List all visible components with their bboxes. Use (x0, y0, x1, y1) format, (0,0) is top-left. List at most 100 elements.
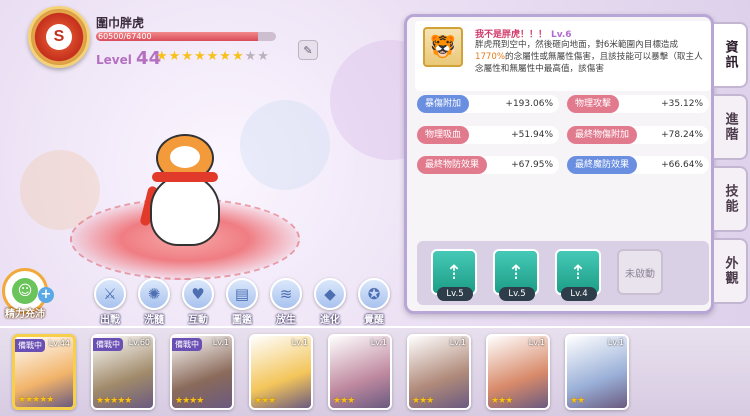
gem-level: Lv.5 (437, 287, 473, 301)
heart-icon: ♥ (182, 278, 214, 310)
star-icon: ★ (156, 49, 168, 64)
stat-row: 最終物防效果 +67.95% (417, 156, 559, 175)
pet-card[interactable]: Lv.1 ★★★ (249, 334, 313, 410)
gem-level: Lv.5 (499, 287, 535, 301)
hero-character-model[interactable] (139, 132, 230, 250)
tab-2[interactable]: 技能 (714, 166, 748, 232)
crystal-icon: ◆ (314, 278, 346, 310)
info-panel: 🐯 我不是胖虎！！！ Lv.6 胖虎飛到空中，然後砸向地面，對6米範圍內目標造成1… (404, 14, 714, 314)
awaken-icon: ✪ (358, 278, 390, 310)
action-orb-button[interactable]: ✺ 洗髓 (138, 278, 170, 326)
energy-label: 精力充沛 (5, 309, 45, 320)
stat-key: 最終物防效果 (417, 156, 488, 175)
star-icon: ★ (257, 49, 269, 64)
stat-row: 物理攻擊 +35.12% (567, 95, 709, 113)
character-body (150, 174, 220, 246)
stat-value: +66.64% (661, 160, 703, 171)
action-bar: ⚔ 出戰 ✺ 洗髓 ♥ 互動 ▤ 圖鑑 ≋ 放生 ◆ 進化 ✪ 覺醒 (94, 278, 390, 326)
tiger-skill-icon[interactable]: 🐯 (423, 27, 463, 67)
stat-value: +51.94% (511, 129, 553, 140)
edit-name-button[interactable]: ✎ (298, 40, 318, 60)
stat-key: 最終物傷附加 (567, 125, 638, 144)
pet-card[interactable]: Lv.1 ★★★ (328, 334, 392, 410)
character-face (170, 146, 200, 168)
stat-value: +35.12% (661, 99, 703, 109)
pet-level: Lv.1 (607, 338, 624, 347)
action-heart-button[interactable]: ♥ 互動 (182, 278, 214, 326)
action-crystal-button[interactable]: ◆ 進化 (314, 278, 346, 326)
pet-status-tag: 備戰中 (93, 338, 123, 351)
hero-stars: ★ ★ ★ ★ ★ ★ ★ ★ ★ (156, 50, 269, 63)
pet-level: Lv.1 (291, 338, 308, 347)
pet-stars: ★★★★★ (18, 395, 54, 405)
action-label: 圖鑑 (232, 315, 252, 326)
stat-key: 物理攻擊 (567, 95, 620, 113)
exp-text: 60500/67400 (98, 32, 152, 41)
action-label: 洗髓 (144, 315, 164, 326)
pet-roster: Lv.44 備戰中 ★★★★★ Lv.60 備戰中 ★★★★★ Lv.1 備戰中 ★★★★ Lv.… (0, 326, 750, 416)
pet-stars: ★★★ (491, 396, 513, 406)
skill-description: 胖虎飛到空中，然後砸向地面，對6米範圍內目標造成 1770%的念屬性或無屬性傷害，… (475, 39, 707, 87)
stat-row: 最終物傷附加 +78.24% (567, 125, 709, 144)
rank-letter: S (46, 24, 72, 50)
stat-key: 物理吸血 (417, 125, 470, 144)
stat-value: +78.24% (661, 129, 703, 140)
pet-card[interactable]: Lv.1 ★★ (565, 334, 629, 410)
action-fish-button[interactable]: ≋ 放生 (270, 278, 302, 326)
action-book-button[interactable]: ▤ 圖鑑 (226, 278, 258, 326)
pet-stars: ★★★★★ (96, 396, 132, 406)
skill-desc-part2: 的念屬性或無屬性傷害，且該技能可以暴擊（取主人念屬性和無屬性中最高值，該傷害 (475, 52, 703, 74)
orb-icon: ✺ (138, 278, 170, 310)
skill-box: 🐯 我不是胖虎！！！ Lv.6 胖虎飛到空中，然後砸向地面，對6米範圍內目標造成1… (415, 21, 711, 91)
action-awaken-button[interactable]: ✪ 覺醒 (358, 278, 390, 326)
pet-level: Lv.60 (128, 338, 150, 347)
stat-row: 物理吸血 +51.94% (417, 125, 559, 144)
stat-value: +67.95% (511, 160, 553, 171)
tab-0[interactable]: 資訊 (714, 22, 748, 88)
pet-level: Lv.1 (528, 338, 545, 347)
skill-desc-part1: 胖虎飛到空中，然後砸向地面，對6米範圍內目標造成 (475, 40, 679, 50)
gem-slot-locked[interactable]: 未啟動 (617, 249, 667, 299)
star-icon: ★ (231, 49, 244, 64)
pet-level: Lv.1 (370, 338, 387, 347)
fish-icon: ≋ (270, 278, 302, 310)
pet-level: Lv.1 (212, 338, 229, 347)
crossed-swords-icon: ⚔ (94, 278, 126, 310)
pet-card[interactable]: Lv.60 備戰中 ★★★★★ (91, 334, 155, 410)
action-label: 互動 (188, 315, 208, 326)
action-label: 放生 (276, 315, 296, 326)
gem-slot[interactable]: ⇡ Lv.5 (431, 249, 481, 301)
star-icon: ★ (168, 49, 181, 64)
pencil-icon: ✎ (303, 43, 313, 57)
smile-icon: ☺ (12, 278, 38, 304)
pet-stars: ★★★ (412, 396, 434, 406)
pet-card[interactable]: Lv.1 備戰中 ★★★★ (170, 334, 234, 410)
pet-card[interactable]: Lv.1 ★★★ (486, 334, 550, 410)
star-icon: ★ (181, 49, 193, 64)
pet-stars: ★★★ (254, 396, 276, 406)
gem-slot[interactable]: ⇡ Lv.4 (555, 249, 605, 301)
hero-level: Level 44 (96, 48, 161, 69)
character-scarf (152, 172, 218, 182)
stat-row: 暴傷附加 +193.06% (417, 95, 559, 113)
pet-status-tag: 備戰中 (172, 338, 202, 351)
level-label: Level (96, 53, 132, 67)
pet-card[interactable]: Lv.44 備戰中 ★★★★★ (12, 334, 76, 410)
pet-stars: ★★★ (333, 396, 355, 406)
pet-level: Lv.1 (449, 338, 466, 347)
pet-level: Lv.44 (48, 339, 70, 348)
pet-card[interactable]: Lv.1 ★★★ (407, 334, 471, 410)
star-icon: ★ (244, 49, 257, 64)
stat-key: 最終魔防效果 (567, 156, 638, 175)
stat-key: 暴傷附加 (417, 95, 470, 113)
gem-slot[interactable]: ⇡ Lv.5 (493, 249, 543, 301)
tab-1[interactable]: 進階 (714, 94, 748, 160)
gem-bar: ⇡ Lv.5 ⇡ Lv.5 ⇡ Lv.4 未啟動 (417, 241, 709, 305)
star-icon: ★ (193, 49, 206, 64)
action-crossed-swords-button[interactable]: ⚔ 出戰 (94, 278, 126, 326)
tab-3[interactable]: 外觀 (714, 238, 748, 304)
stats-grid: 暴傷附加 +193.06% 物理攻擊 +35.12% 物理吸血 +51.94% 最終物傷附加… (417, 95, 709, 181)
energy-plus-button[interactable]: + (38, 287, 54, 303)
star-icon: ★ (219, 49, 231, 64)
pet-stars: ★★ (570, 396, 585, 406)
